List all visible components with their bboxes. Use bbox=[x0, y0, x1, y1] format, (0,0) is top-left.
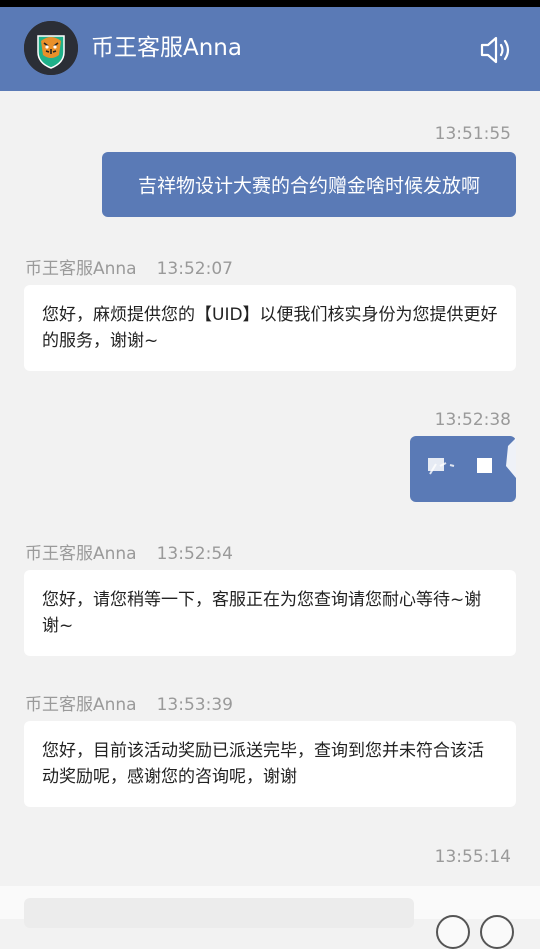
message-timestamp: 13:52:38 bbox=[434, 410, 511, 430]
add-attachment-button[interactable] bbox=[480, 915, 514, 949]
tiger-logo-icon bbox=[24, 21, 78, 75]
speaker-icon bbox=[480, 36, 510, 64]
message-text: 您好，请您稍等一下，客服正在为您查询请您耐心等待~谢谢~ bbox=[42, 590, 482, 636]
sender-name: 币王客服Anna bbox=[25, 544, 137, 564]
message-meta: 币王客服Anna 13:52:54 bbox=[25, 543, 233, 565]
status-bar bbox=[0, 0, 540, 7]
outgoing-message-bubble[interactable]: 吉祥物设计大赛的合约赠金啥时候发放啊 bbox=[102, 152, 516, 217]
input-bar bbox=[0, 886, 540, 949]
message-input[interactable] bbox=[24, 898, 414, 928]
sender-name: 币王客服Anna bbox=[25, 695, 137, 715]
incoming-message-bubble[interactable]: 您好，麻烦提供您的【UID】以便我们核实身份为您提供更好的服务，谢谢~ bbox=[24, 285, 516, 371]
incoming-message-bubble[interactable]: 您好，目前该活动奖励已派送完毕，查询到您并未符合该活动奖励呢，感谢您的咨询呢，谢… bbox=[24, 721, 516, 807]
incoming-message-bubble[interactable]: 您好，请您稍等一下，客服正在为您查询请您耐心等待~谢谢~ bbox=[24, 570, 516, 656]
sender-name: 币王客服Anna bbox=[25, 259, 137, 279]
message-text: 您好，目前该活动奖励已派送完毕，查询到您并未符合该活动奖励呢，感谢您的咨询呢，谢… bbox=[42, 741, 484, 787]
message-timestamp: 13:53:39 bbox=[156, 695, 233, 715]
chat-header: 币王客服Anna bbox=[0, 7, 540, 91]
message-text: 吉祥物设计大赛的合约赠金啥时候发放啊 bbox=[137, 175, 480, 197]
message-timestamp: 13:55:14 bbox=[434, 847, 511, 867]
message-text: 您好，麻烦提供您的【UID】以便我们核实身份为您提供更好的服务，谢谢~ bbox=[42, 305, 498, 351]
outgoing-image-bubble[interactable] bbox=[410, 436, 516, 502]
message-timestamp: 13:51:55 bbox=[434, 124, 511, 144]
message-timestamp: 13:52:54 bbox=[156, 544, 233, 564]
sound-toggle-button[interactable] bbox=[480, 35, 516, 65]
message-timestamp: 13:52:07 bbox=[156, 259, 233, 279]
agent-avatar[interactable] bbox=[24, 21, 78, 75]
chat-title: 币王客服Anna bbox=[91, 35, 242, 61]
message-meta: 币王客服Anna 13:53:39 bbox=[25, 694, 233, 716]
image-thumbnail-icon bbox=[428, 438, 516, 478]
emoji-button[interactable] bbox=[436, 915, 470, 949]
message-meta: 币王客服Anna 13:52:07 bbox=[25, 258, 233, 280]
